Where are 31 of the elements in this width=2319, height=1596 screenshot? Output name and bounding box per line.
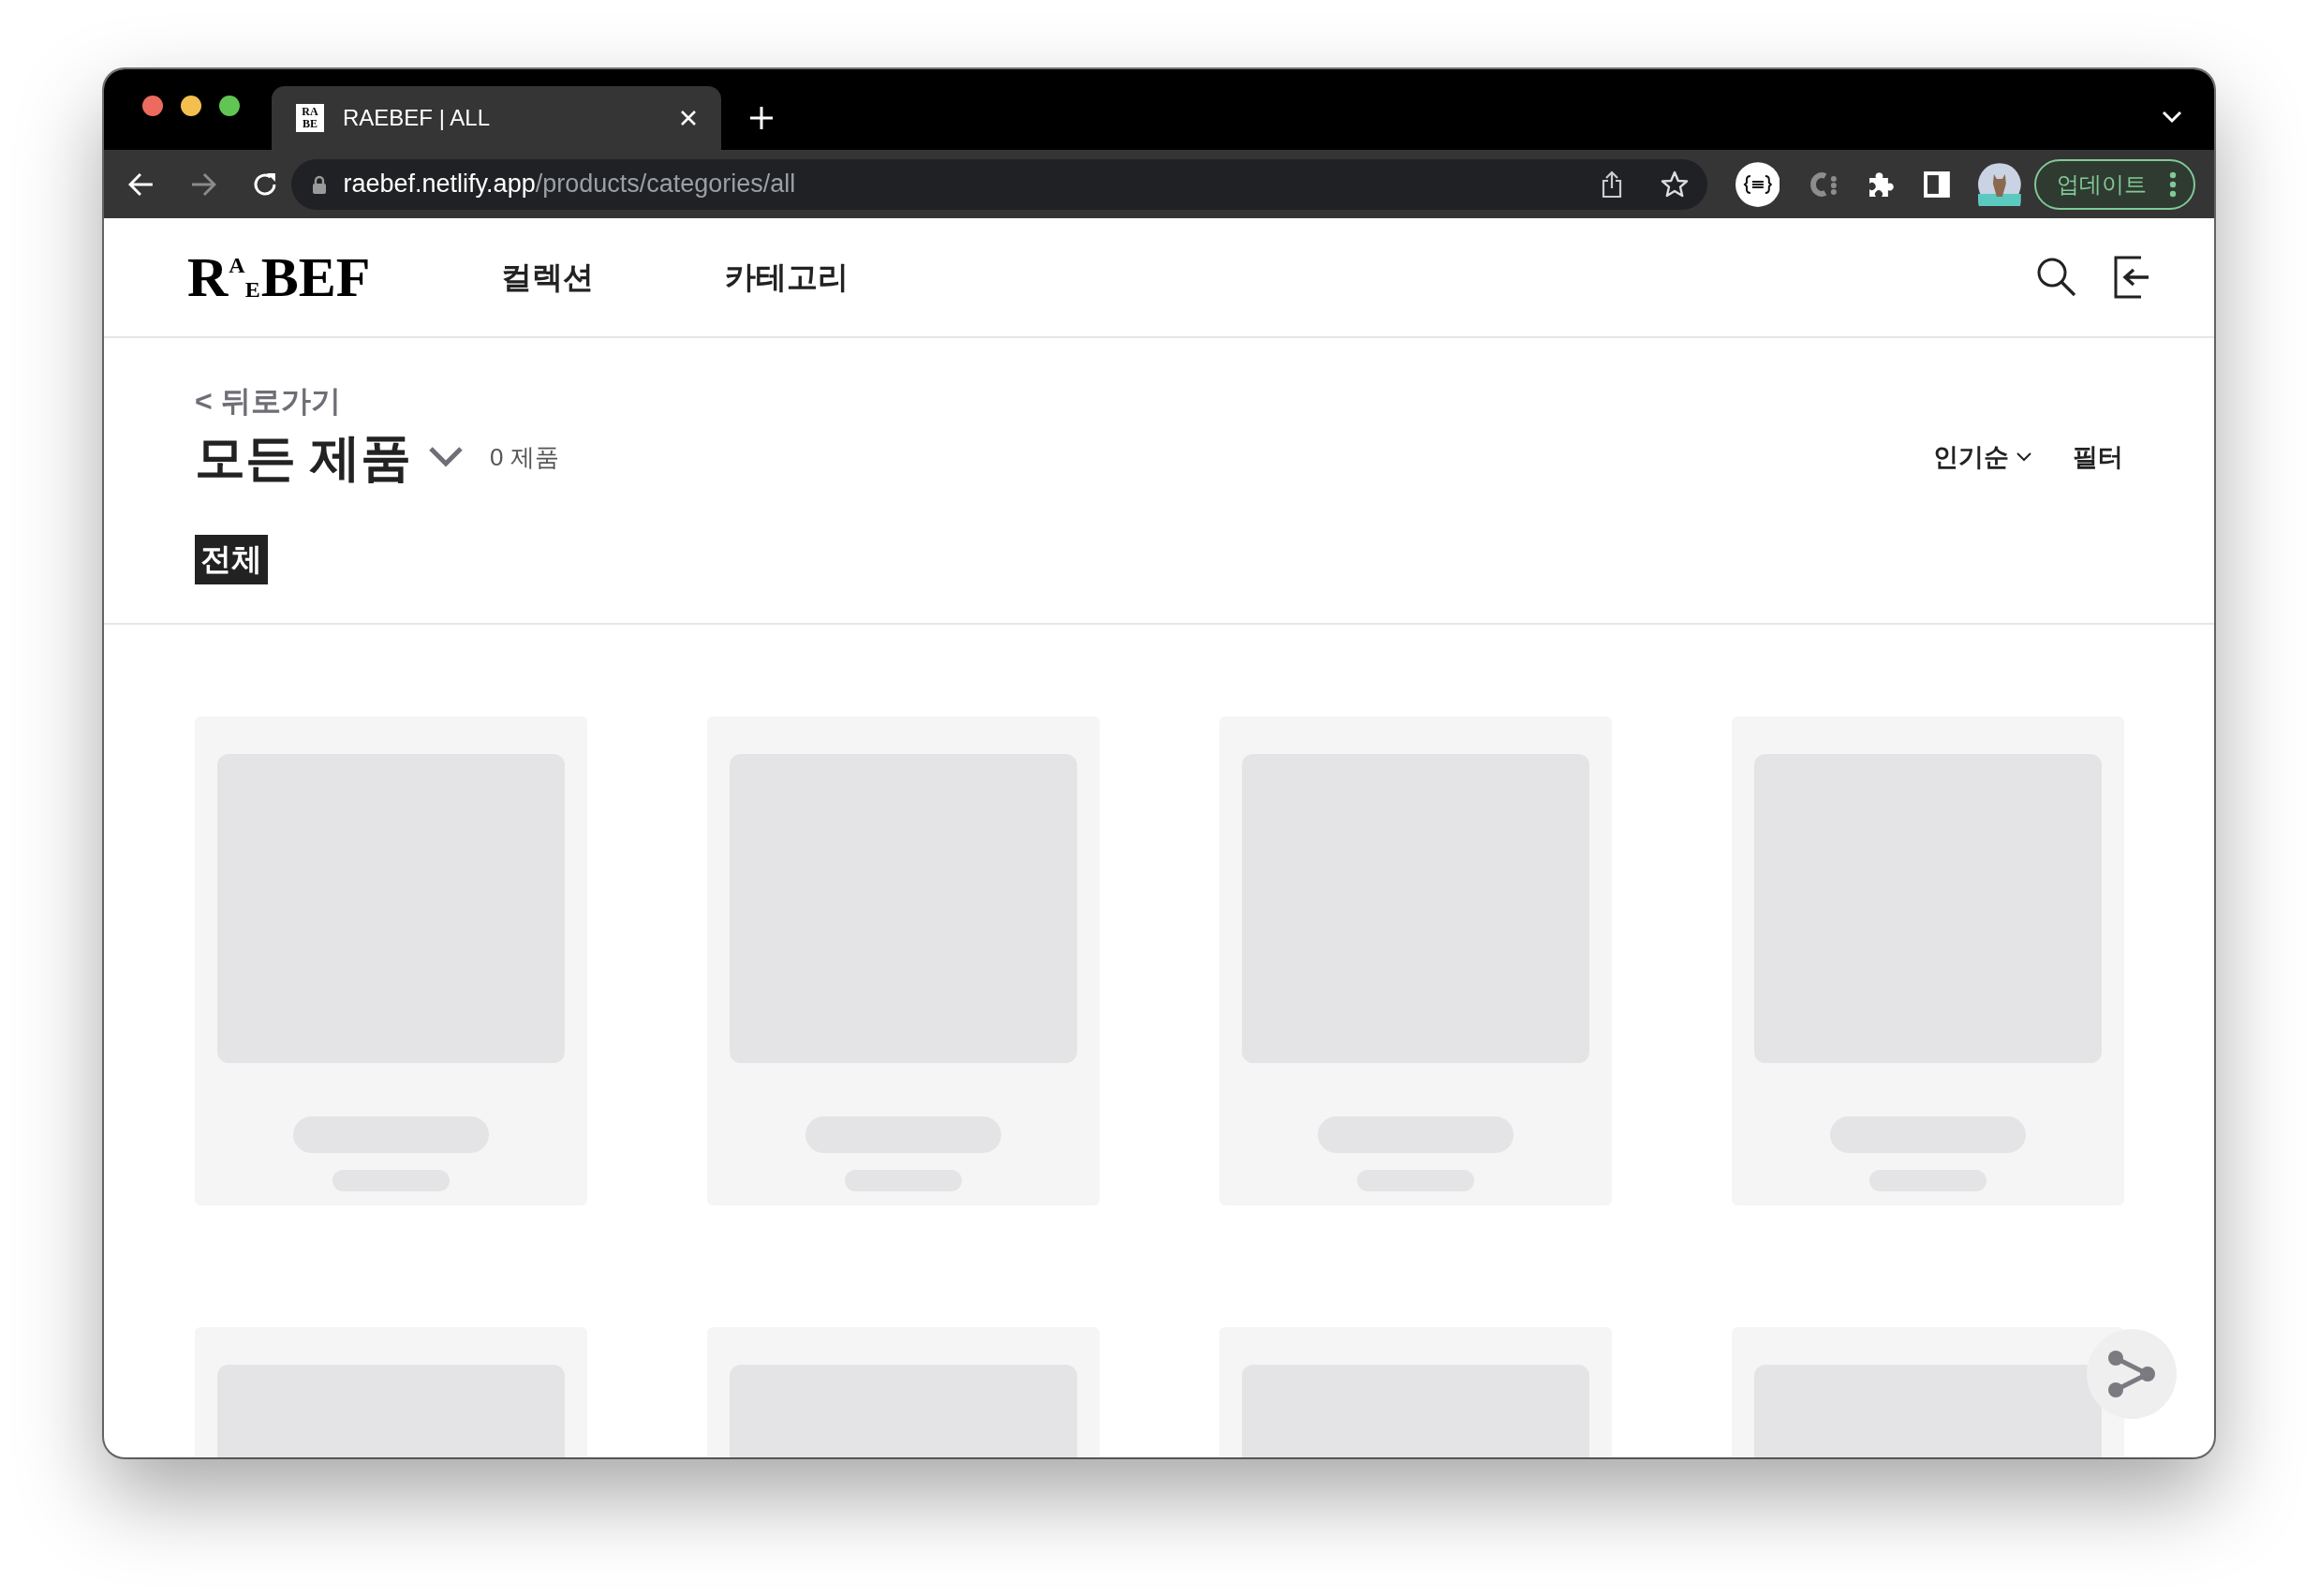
category-chip[interactable]: 전체 [195,535,268,584]
star-icon[interactable] [1660,170,1689,199]
filter-button[interactable]: 필터 [2073,440,2123,474]
avatar-icon[interactable] [1977,162,2021,206]
more-icon[interactable] [2168,170,2177,198]
back-link[interactable]: < 뒤로가기 [195,381,341,422]
sidebar-icon[interactable] [1924,170,1950,198]
close-window-icon[interactable] [142,96,163,116]
sort-dropdown[interactable]: 인기순 [1933,440,2031,474]
puzzle-icon[interactable] [1868,170,1897,199]
address-bar[interactable]: raebef.netlify.app/products/categories/all [290,158,1707,210]
back-arrow-icon[interactable] [128,171,155,197]
nav-link[interactable]: 카테고리 [725,256,849,299]
forward-arrow-icon[interactable] [189,171,216,197]
new-tab-icon[interactable] [749,106,774,130]
product-count: 0 제품 [490,441,559,473]
search-icon[interactable] [2036,257,2077,298]
favicon-icon: RA BE [296,104,324,132]
nav-link[interactable]: 컬렉션 [501,256,595,299]
share-icon[interactable] [1600,170,1623,199]
zoom-window-icon[interactable] [219,96,240,116]
minimize-window-icon[interactable] [181,96,201,116]
page-title: 모든 제품 [195,428,411,487]
braces-icon[interactable] [1735,161,1780,207]
chevron-down-icon [2016,452,2031,462]
lock-icon [311,174,327,194]
update-button[interactable]: 업데이트 [2033,158,2195,210]
login-icon[interactable] [2113,256,2150,299]
reload-icon[interactable] [251,170,278,198]
close-icon[interactable] [680,110,697,126]
browser-tab[interactable]: RA BE RAEBEF | ALL [272,86,721,150]
